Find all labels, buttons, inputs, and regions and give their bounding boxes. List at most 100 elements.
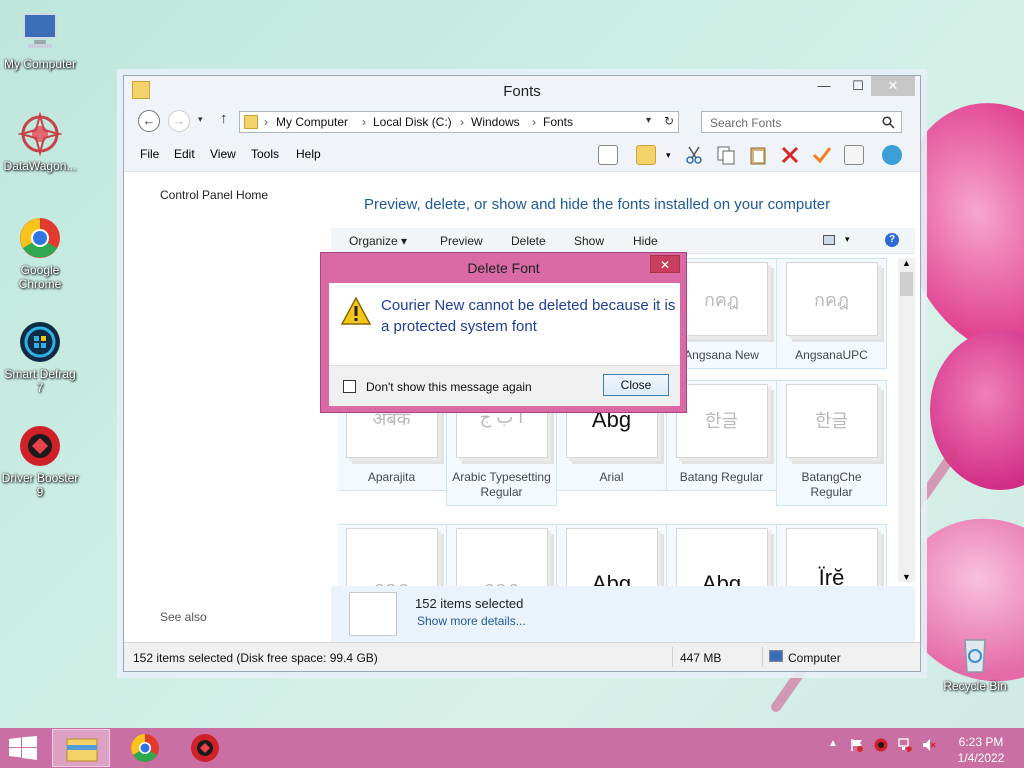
back-icon[interactable]: ← (138, 110, 160, 132)
hide-button[interactable]: Hide (633, 234, 658, 248)
desktop-icon-label: Driver Booster 9 (1, 471, 79, 499)
menu-tools[interactable]: Tools (251, 147, 279, 161)
file-explorer-icon (66, 738, 98, 762)
refresh-icon[interactable]: ↻ (664, 114, 674, 128)
folder-icon (244, 115, 258, 129)
desktop-icon-datawagon[interactable]: DataWagon... (0, 111, 80, 173)
windows-start-icon[interactable] (9, 736, 37, 760)
command-bar: Organize ▾ Preview Delete Show Hide ▾ ? (331, 228, 915, 254)
menu-file[interactable]: File (140, 147, 159, 161)
font-tile[interactable]: กคฎ AngsanaUPC (776, 258, 887, 369)
close-window-button[interactable]: ✕ (871, 76, 915, 96)
search-input[interactable]: Search Fonts (701, 111, 902, 133)
address-dropdown-chevron-icon[interactable]: ▾ (646, 115, 651, 126)
show-button[interactable]: Show (574, 234, 604, 248)
scrollbar-thumb[interactable] (900, 272, 913, 296)
font-tile[interactable]: กคฎ (338, 524, 447, 588)
left-pane: Control Panel Home See also (124, 172, 330, 642)
layout-pane-icon[interactable] (598, 145, 618, 165)
details-pane: 152 items selected Show more details... (331, 586, 915, 642)
vertical-scrollbar[interactable]: ▲ ▼ (898, 258, 915, 582)
font-tile[interactable]: Abg (556, 524, 667, 588)
datawagon-icon (17, 111, 63, 157)
copy-icon[interactable] (716, 145, 736, 165)
maximize-button[interactable]: ☐ (844, 76, 872, 96)
dont-show-again-label[interactable]: Don't show this message again (366, 380, 532, 394)
desktop-icon-label: Smart Defrag 7 (4, 367, 76, 395)
dont-show-again-checkbox[interactable] (343, 380, 356, 393)
organize-button[interactable]: Organize ▾ (349, 234, 407, 248)
dialog-title: Delete Font (467, 260, 540, 276)
cut-icon[interactable] (684, 145, 704, 165)
status-bar: 152 items selected (Disk free space: 99.… (124, 642, 920, 671)
desktop-icon-label: Google Chrome (18, 263, 62, 291)
window-title: Fonts (503, 83, 541, 100)
breadcrumb-local-disk[interactable]: Local Disk (C:) (373, 115, 452, 129)
delete-button[interactable]: Delete (511, 234, 546, 248)
scroll-down-icon[interactable]: ▼ (902, 572, 911, 582)
folder-options-chevron-icon[interactable]: ▾ (666, 150, 671, 161)
close-button[interactable]: Close (603, 374, 669, 396)
recent-locations-chevron-icon[interactable]: ▾ (198, 114, 203, 125)
paste-icon[interactable] (748, 145, 768, 165)
font-tile[interactable]: 한글 BatangChe Regular (776, 380, 887, 506)
folder-options-icon[interactable] (636, 145, 656, 165)
status-location: Computer (788, 651, 841, 665)
chrome-icon (131, 734, 159, 762)
show-more-details-link[interactable]: Show more details... (417, 614, 526, 628)
taskbar-driver-booster[interactable] (183, 732, 227, 764)
dialog-message: Courier New cannot be deleted because it… (381, 297, 676, 335)
delete-icon[interactable] (780, 145, 800, 165)
see-also-heading: See also (160, 610, 207, 624)
font-tile[interactable]: Abg (666, 524, 777, 588)
menu-bar: File Edit View Tools Help ▾ (124, 136, 920, 172)
address-bar[interactable]: › My Computer › Local Disk (C:) › Window… (239, 111, 679, 133)
volume-muted-icon[interactable] (922, 738, 936, 752)
menu-edit[interactable]: Edit (174, 147, 195, 161)
dialog-close-icon[interactable]: ✕ (650, 255, 680, 273)
scroll-up-icon[interactable]: ▲ (902, 258, 911, 268)
checkmark-icon[interactable] (812, 145, 832, 165)
font-tile[interactable]: Ïrĕ (776, 524, 887, 588)
delete-font-dialog: Delete Font ✕ Courier New cannot be dele… (320, 252, 687, 413)
up-arrow-icon[interactable]: ↑ (220, 110, 228, 127)
desktop-icon-driver-booster[interactable]: Driver Booster 9 (0, 424, 80, 499)
desktop-icon-label: DataWagon... (3, 159, 77, 173)
font-preview: กคฎ (455, 528, 548, 588)
help-icon[interactable]: ? (885, 233, 899, 247)
taskbar: ▲ 6:23 PM 1/4/2022 (0, 728, 1024, 768)
control-panel-home-link[interactable]: Control Panel Home (160, 188, 268, 202)
forward-icon[interactable]: → (168, 110, 190, 132)
desktop-icon-my-computer[interactable]: My Computer (0, 10, 80, 71)
computer-icon (18, 10, 62, 54)
system-clock[interactable]: 6:23 PM 1/4/2022 (950, 734, 1012, 766)
status-size: 447 MB (680, 651, 722, 665)
search-icon (882, 116, 895, 129)
preview-button[interactable]: Preview (440, 234, 483, 248)
desktop-icon-recycle-bin[interactable]: Recycle Bin (935, 632, 1015, 693)
show-hidden-icons-chevron[interactable]: ▲ (828, 738, 842, 752)
menu-help[interactable]: Help (296, 147, 321, 161)
menu-view[interactable]: View (210, 147, 236, 161)
desktop-icon-smart-defrag[interactable]: Smart Defrag 7 (0, 320, 80, 395)
action-center-flag-icon[interactable] (850, 738, 864, 752)
properties-icon[interactable] (844, 145, 864, 165)
font-preview: กคฎ (785, 262, 878, 336)
shell-icon[interactable] (882, 145, 902, 165)
recycle-bin-icon (953, 632, 997, 676)
change-view-icon[interactable] (823, 235, 835, 245)
driver-booster-tray-icon[interactable] (874, 738, 888, 752)
breadcrumb-fonts[interactable]: Fonts (543, 115, 573, 129)
breadcrumb-my-computer[interactable]: My Computer (276, 115, 348, 129)
taskbar-chrome[interactable] (123, 732, 167, 764)
font-tile[interactable]: กคฎ (446, 524, 557, 588)
network-icon[interactable] (898, 738, 912, 752)
desktop-icon-label: Recycle Bin (943, 679, 1007, 693)
breadcrumb-windows[interactable]: Windows (471, 115, 520, 129)
title-bar[interactable]: Fonts — ☐ ✕ (124, 76, 920, 106)
minimize-button[interactable]: — (810, 76, 838, 96)
view-chevron-icon[interactable]: ▾ (845, 234, 850, 245)
desktop-icon-google-chrome[interactable]: Google Chrome (0, 216, 80, 291)
taskbar-file-explorer[interactable] (52, 729, 110, 767)
page-headline: Preview, delete, or show and hide the fo… (364, 196, 831, 213)
